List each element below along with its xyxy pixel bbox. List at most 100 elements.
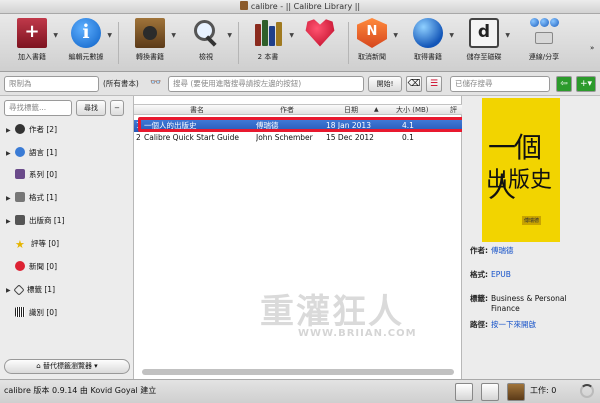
star-icon: ★: [15, 238, 25, 251]
tag-item-formats[interactable]: ▶ 格式 [1]: [6, 191, 57, 205]
title-bar: calibre - || Calibre Library ||: [0, 0, 600, 14]
row-number: 2: [136, 133, 141, 142]
connect-share-button[interactable]: 連線/分享: [516, 18, 572, 70]
search-bar: 限制為 (所有書本) 👓 搜尋 (要使用進階搜尋請按左邊的按鈕) 開始! ⌫ ☰…: [0, 72, 600, 96]
column-header-date[interactable]: 日期: [344, 105, 358, 115]
collapse-tag-button[interactable]: −: [110, 100, 124, 116]
advanced-search-icon[interactable]: 👓: [148, 76, 164, 92]
find-tag-input[interactable]: 尋找標籤...: [4, 100, 72, 116]
selection-highlight-box: [138, 117, 466, 132]
dropdown-arrow-icon[interactable]: ▼: [171, 32, 176, 39]
column-header-author[interactable]: 作者: [280, 105, 294, 115]
save-disk-icon: [469, 18, 499, 48]
save-search-icon[interactable]: ⇦: [556, 76, 572, 92]
saved-search-input[interactable]: 已儲存搜尋: [450, 76, 550, 92]
column-header-rating[interactable]: 評: [450, 105, 457, 115]
book-title: Calibre Quick Start Guide: [144, 133, 239, 142]
tag-item-label: 格式 [1]: [29, 193, 58, 202]
add-books-button[interactable]: 加入書籍 ▼: [4, 18, 60, 70]
table-row[interactable]: 2 Calibre Quick Start Guide John Schembe…: [134, 132, 462, 144]
jobs-label[interactable]: 工作: 0: [530, 385, 556, 396]
get-books-label: 取得書籍: [414, 53, 442, 61]
tag-icon: ⌂: [36, 362, 43, 370]
tag-item-label: 出版商 [1]: [29, 216, 65, 225]
tag-browser-toggle-icon[interactable]: [455, 383, 473, 401]
globe-icon: [413, 18, 443, 48]
cover-grid-toggle-icon[interactable]: [481, 383, 499, 401]
manage-saved-searches-icon[interactable]: +▾: [576, 76, 596, 92]
book-size: 0.1: [402, 133, 414, 142]
view-button[interactable]: 檢視 ▼: [178, 18, 234, 70]
search-input[interactable]: 搜尋 (要使用進階搜尋請按左邊的按鈕): [168, 76, 364, 92]
tag-item-label: 識別 [0]: [29, 308, 58, 317]
sort-arrow-icon: ▲: [374, 106, 379, 113]
find-tag-button[interactable]: 尋找: [76, 100, 106, 116]
jobs-spinner-icon: [580, 384, 594, 398]
book-details-toggle-icon[interactable]: [507, 383, 525, 401]
convert-books-button[interactable]: 轉換書籍 ▼: [122, 18, 178, 70]
fetch-news-button[interactable]: 取消新聞 ▼: [344, 18, 400, 70]
clear-search-icon[interactable]: ⌫: [406, 76, 422, 92]
series-icon: [15, 169, 25, 179]
save-to-disk-button[interactable]: 儲存至磁碟 ▼: [456, 18, 512, 70]
tag-icon: [13, 284, 25, 296]
library-button[interactable]: 2 本書 ▼: [240, 18, 296, 70]
watermark-text: 重灌狂人: [260, 292, 404, 332]
scrollbar-thumb[interactable]: [142, 369, 454, 375]
tag-item-series[interactable]: 系列 [0]: [6, 168, 57, 182]
watermark-url: WWW.BRIIAN.COM: [298, 328, 417, 339]
tag-item-rating[interactable]: ★ 評等 [0]: [6, 237, 59, 251]
search-go-button[interactable]: 開始!: [368, 76, 402, 92]
status-bar: calibre 版本 0.9.14 由 Kovid Goyal 建立 工作: 0: [0, 379, 600, 403]
tag-item-label: 評等 [0]: [31, 239, 60, 248]
toolbar-separator: [118, 22, 119, 64]
dropdown-arrow-icon[interactable]: ▼: [107, 32, 112, 39]
convert-book-icon: [135, 18, 165, 48]
books-icon: [253, 18, 283, 48]
expand-arrow-icon[interactable]: ▶: [6, 192, 15, 206]
expand-arrow-icon[interactable]: ▶: [6, 147, 15, 161]
alternate-tag-browser-button[interactable]: ⌂ 替代標籤瀏覽器 ▾: [4, 359, 130, 374]
status-message: calibre 版本 0.9.14 由 Kovid Goyal 建立: [4, 386, 157, 395]
calibre-app-icon: [239, 1, 248, 10]
column-header-title[interactable]: 書名: [190, 105, 204, 115]
tag-item-publishers[interactable]: ▶ 出版商 [1]: [6, 214, 65, 228]
dropdown-arrow-icon[interactable]: ▼: [227, 32, 232, 39]
tags-value: Business & Personal Finance: [491, 294, 567, 313]
column-header-size[interactable]: 大小 (MB): [396, 105, 429, 115]
tag-item-news[interactable]: 新聞 [0]: [6, 260, 57, 274]
book-cover[interactable]: 一個人 出版史 傅瑞德: [482, 98, 560, 242]
library-label: 2 本書: [257, 53, 279, 61]
tag-item-label: 標籤 [1]: [27, 285, 56, 294]
connect-share-label: 連線/分享: [528, 53, 560, 61]
tag-item-languages[interactable]: ▶ 語言 [1]: [6, 146, 57, 160]
book-author: John Schember: [256, 133, 313, 142]
format-link[interactable]: EPUB: [491, 270, 597, 280]
get-books-button[interactable]: 取得書籍 ▼: [400, 18, 456, 70]
info-icon: [71, 18, 101, 48]
add-books-label: 加入書籍: [18, 53, 46, 61]
author-field-label: 作者:: [470, 246, 488, 255]
toolbar-overflow-chevron-icon[interactable]: »: [590, 44, 594, 52]
tag-item-authors[interactable]: ▶ 作者 [2]: [6, 123, 57, 137]
expand-arrow-icon[interactable]: ▶: [6, 215, 15, 229]
edit-metadata-button[interactable]: 編輯元數據 ▼: [58, 18, 114, 70]
dropdown-arrow-icon[interactable]: ▼: [393, 32, 398, 39]
tag-item-identifiers[interactable]: 識別 [0]: [6, 306, 57, 320]
dropdown-arrow-icon[interactable]: ▼: [449, 32, 454, 39]
magnifier-icon: [191, 18, 221, 48]
restrict-to-select[interactable]: 限制為: [4, 76, 99, 92]
path-link[interactable]: 按一下來開啟: [491, 320, 597, 330]
cover-title-line2: 出版史: [486, 168, 553, 193]
cover-author-tag: 傅瑞德: [522, 216, 542, 225]
expand-arrow-icon[interactable]: ▶: [6, 124, 15, 138]
highlight-toggle-icon[interactable]: ☰: [426, 76, 442, 92]
fetch-news-label: 取消新聞: [358, 53, 386, 61]
book-date: 15 Dec 2012: [326, 133, 374, 142]
author-link[interactable]: 傅瑞德: [491, 246, 597, 256]
tag-item-tags[interactable]: ▶ 標籤 [1]: [6, 283, 55, 297]
dropdown-arrow-icon[interactable]: ▼: [505, 32, 510, 39]
horizontal-scrollbar[interactable]: [134, 368, 462, 376]
heart-icon: [305, 19, 335, 47]
donate-button[interactable]: [292, 18, 348, 70]
